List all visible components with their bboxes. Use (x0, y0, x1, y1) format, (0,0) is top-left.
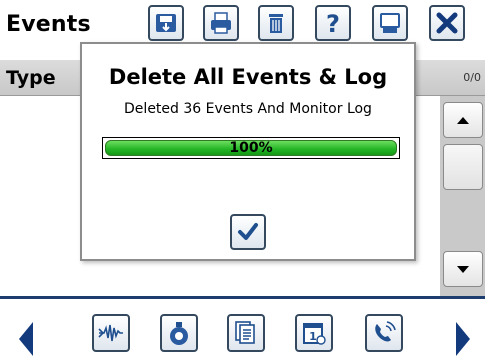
print-icon (211, 12, 231, 34)
save-button[interactable] (148, 5, 184, 41)
phone-icon (375, 321, 396, 342)
checkmark-icon (238, 223, 258, 240)
close-button[interactable] (429, 5, 465, 41)
waveform-button[interactable] (92, 314, 130, 352)
delete-button[interactable] (258, 5, 294, 41)
dialog-message: Deleted 36 Events And Monitor Log (124, 101, 372, 117)
scrollbar[interactable] (440, 96, 485, 296)
phone-button[interactable] (365, 314, 403, 352)
close-icon (436, 12, 458, 34)
scroll-up-button[interactable] (443, 102, 483, 138)
help-button[interactable]: ? (315, 5, 351, 41)
sensor-button[interactable] (160, 314, 198, 352)
svg-text:1: 1 (309, 330, 317, 343)
nav-next-button[interactable] (456, 322, 470, 356)
sensor-icon (170, 322, 188, 345)
documents-button[interactable] (227, 314, 265, 352)
nav-prev-button[interactable] (19, 322, 33, 356)
column-header-type: Type (6, 67, 56, 89)
arrow-up-icon (457, 116, 469, 124)
arrow-down-icon (457, 265, 469, 273)
print-button[interactable] (203, 5, 239, 41)
monitor-icon (380, 13, 400, 33)
monitor-button[interactable] (372, 5, 408, 41)
svg-text:?: ? (326, 10, 340, 36)
scroll-thumb[interactable] (443, 144, 483, 190)
help-icon: ? (326, 10, 340, 36)
delete-dialog: Delete All Events & Log Deleted 36 Event… (80, 42, 416, 261)
event-count: 0/0 (463, 71, 481, 84)
calendar-icon: 1 (303, 323, 326, 345)
waveform-icon (98, 324, 123, 342)
documents-icon (235, 321, 255, 344)
dialog-title: Delete All Events & Log (108, 65, 388, 89)
progress-label: 100% (229, 140, 273, 156)
window-title: Events (6, 12, 91, 37)
trash-icon (269, 14, 283, 33)
bottom-nav: 1 (0, 296, 485, 362)
save-icon (156, 14, 176, 32)
divider (0, 296, 485, 299)
scroll-down-button[interactable] (443, 251, 483, 287)
progress-bar: 100% (102, 137, 400, 159)
calendar-button[interactable]: 1 (295, 314, 333, 352)
ok-button[interactable] (230, 214, 266, 250)
